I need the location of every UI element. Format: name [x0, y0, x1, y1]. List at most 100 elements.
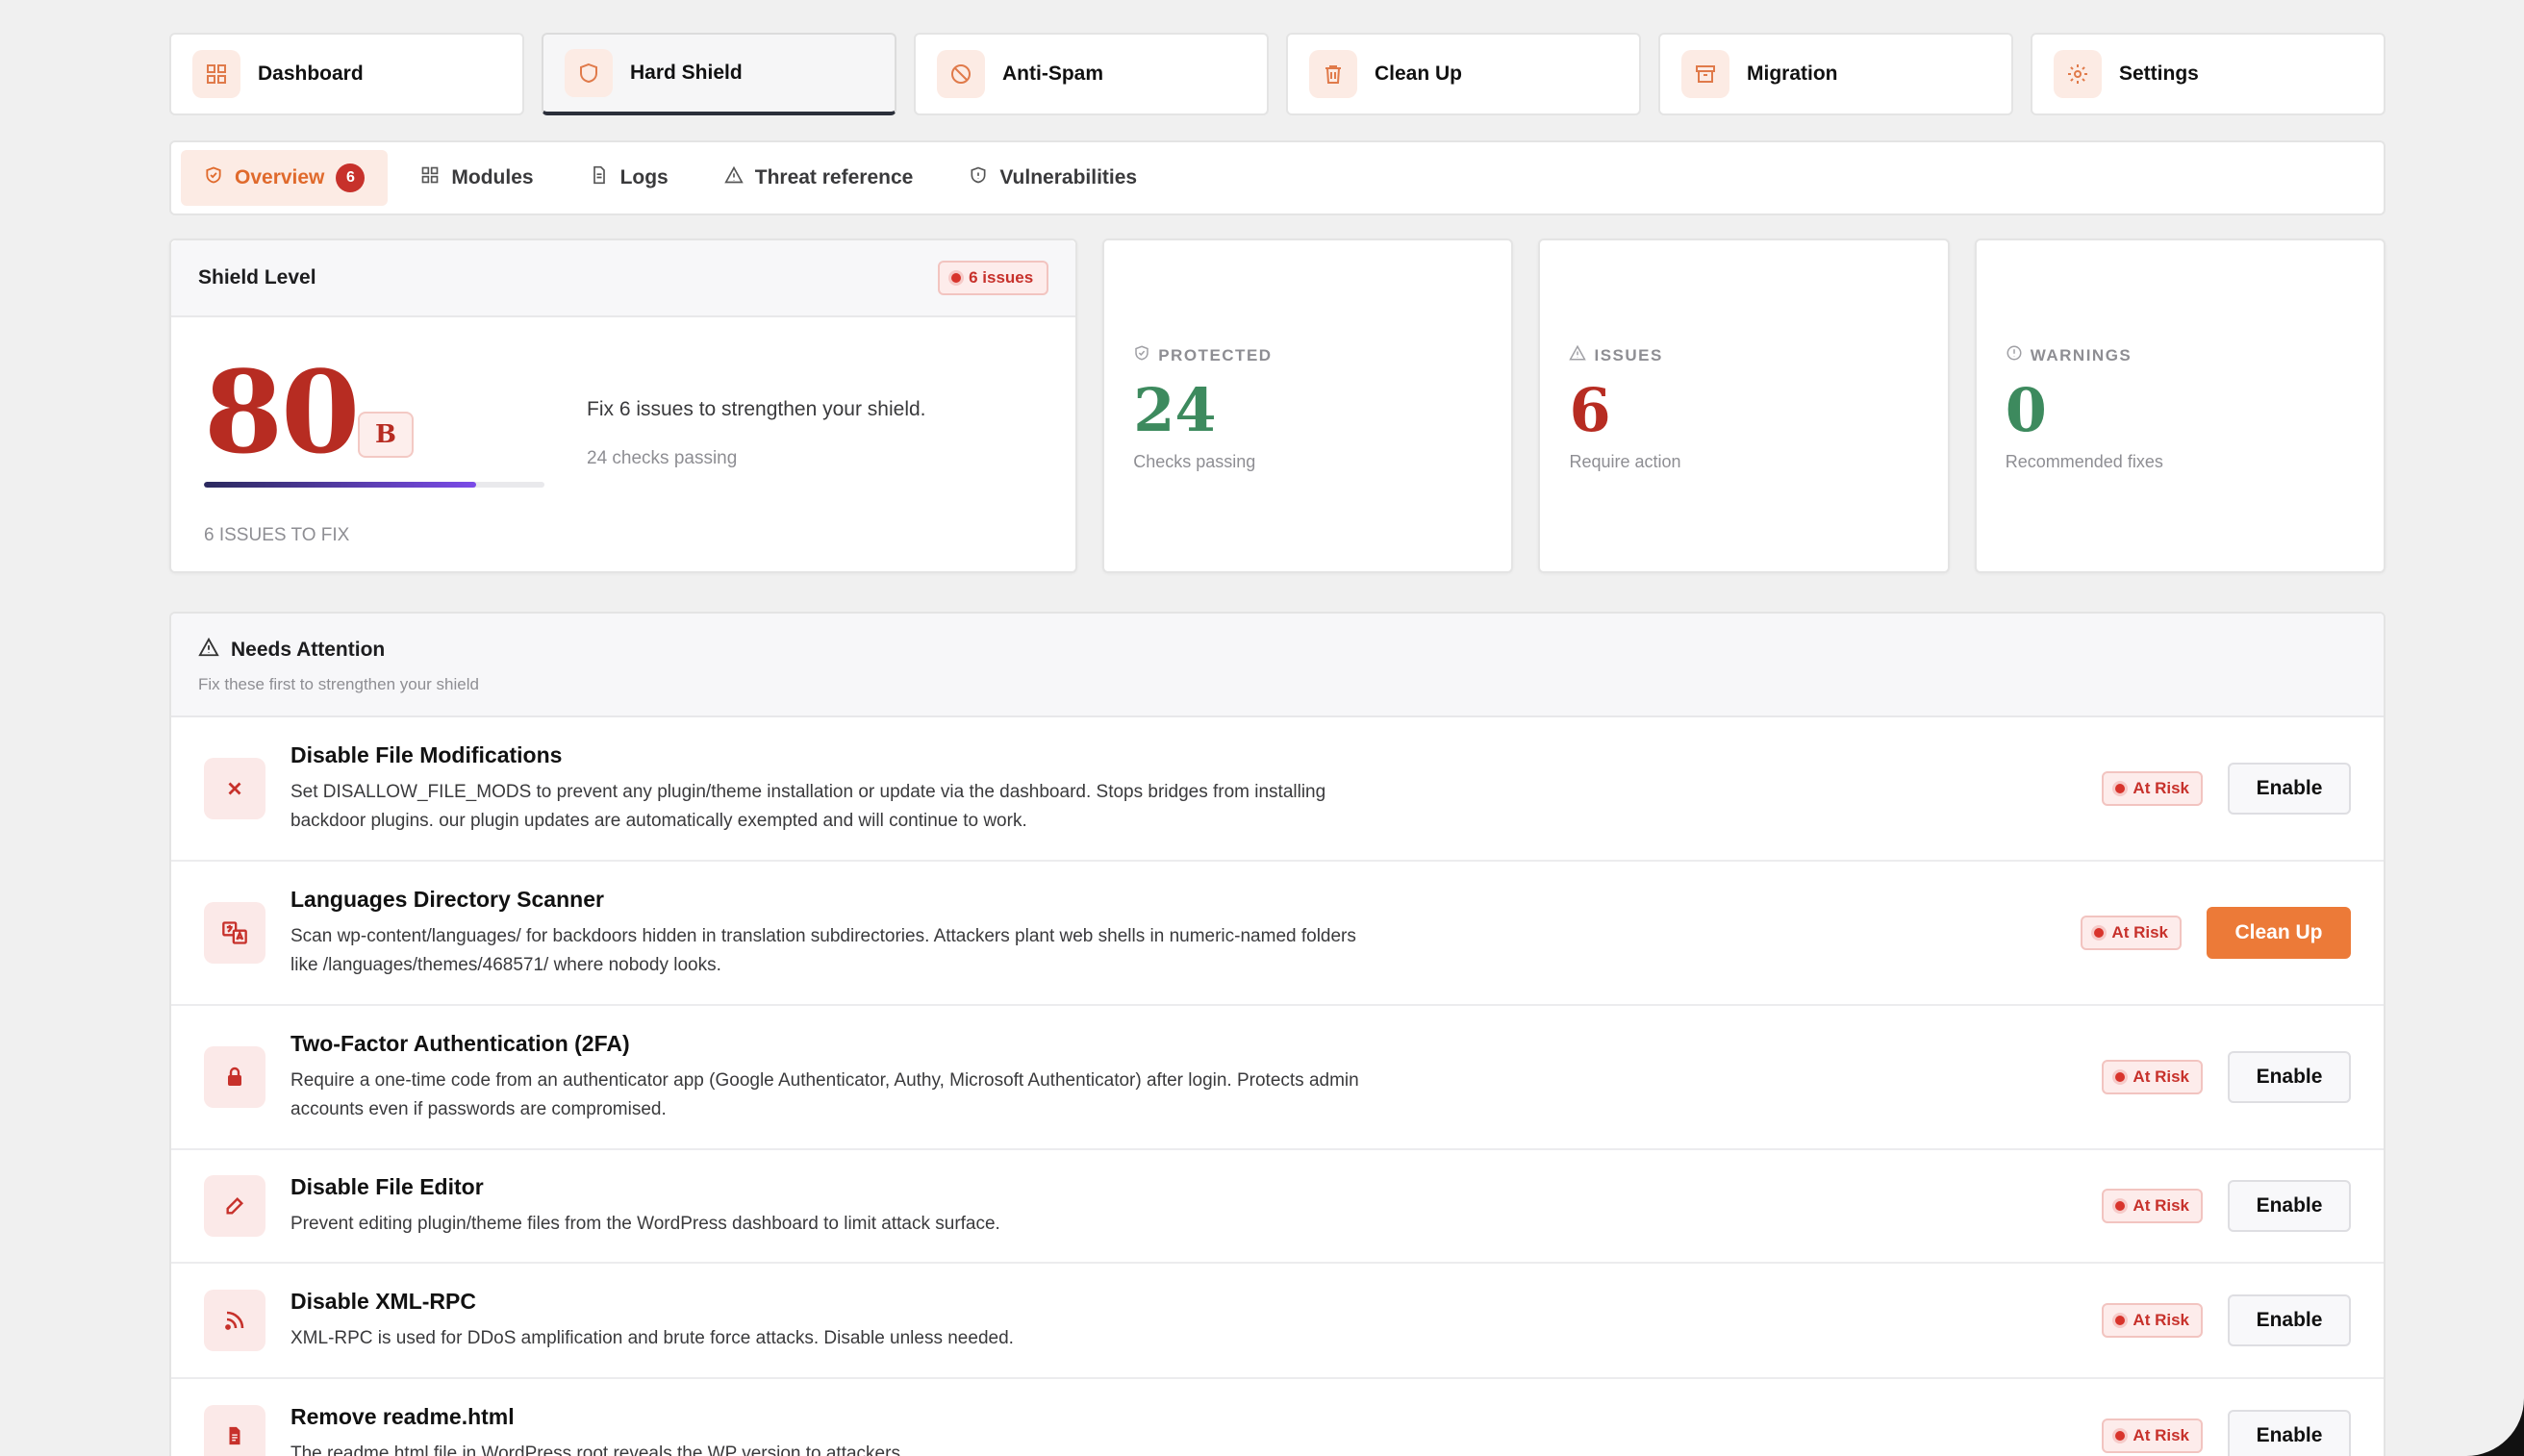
ban-icon — [937, 50, 985, 98]
item-title: Languages Directory Scanner — [290, 886, 604, 912]
shield-grade: B — [358, 412, 414, 458]
status-badge-label: At Risk — [2133, 779, 2189, 797]
tab-settings[interactable]: Settings — [2031, 33, 2385, 115]
status-badge-label: At Risk — [2133, 1196, 2189, 1215]
attention-item: Remove readme.html The readme.html file … — [171, 1379, 2384, 1456]
item-title: Remove readme.html — [290, 1403, 515, 1429]
item-description: Set DISALLOW_FILE_MODS to prevent any pl… — [290, 781, 1326, 831]
item-description: Prevent editing plugin/theme files from … — [290, 1213, 1000, 1234]
module-tabs: Dashboard Hard Shield Anti-Spam Clean Up… — [169, 33, 2385, 115]
shield-score: 80 — [204, 345, 360, 479]
archive-icon — [1681, 50, 1729, 98]
item-title: Two-Factor Authentication (2FA) — [290, 1030, 630, 1056]
enable-button[interactable]: Enable — [2228, 1051, 2351, 1103]
status-badge-label: At Risk — [2133, 1067, 2189, 1086]
shield-message: Fix 6 issues to strengthen your shield. — [587, 398, 926, 420]
pencil-icon — [204, 1175, 265, 1237]
tab-overview[interactable]: Overview 6 — [181, 150, 389, 206]
tab-vulnerabilities[interactable]: Vulnerabilities — [946, 150, 1160, 206]
tab-label: Hard Shield — [630, 62, 743, 84]
stat-value: 24 — [1133, 375, 1217, 445]
item-description: XML-RPC is used for DDoS amplification a… — [290, 1327, 1014, 1348]
tab-label: Migration — [1747, 63, 1838, 85]
lock-icon — [204, 1046, 265, 1108]
status-dot-icon — [2115, 1201, 2126, 1211]
item-title: Disable File Editor — [290, 1173, 484, 1199]
item-title: Disable File Modifications — [290, 741, 563, 767]
tab-label: Settings — [2119, 63, 2199, 85]
enable-button[interactable]: Enable — [2228, 1410, 2351, 1456]
shield-card-header: Shield Level 6 issues — [171, 240, 1076, 317]
status-dot-icon — [2115, 1431, 2126, 1441]
item-title: Disable XML-RPC — [290, 1288, 476, 1314]
tab-logs[interactable]: Logs — [567, 150, 692, 206]
status-dot-icon — [2094, 928, 2105, 938]
tab-label: Clean Up — [1375, 63, 1463, 85]
needs-attention-title-text: Needs Attention — [231, 639, 386, 661]
tab-hard-shield[interactable]: Hard Shield — [542, 33, 896, 115]
tab-clean-up[interactable]: Clean Up — [1286, 33, 1641, 115]
tab-modules[interactable]: Modules — [397, 150, 556, 206]
stat-label: PROTECTED — [1133, 344, 1272, 366]
item-description: The readme.html file in WordPress root r… — [290, 1443, 906, 1456]
stat-label: WARNINGS — [2006, 344, 2133, 366]
shield-level-card: Shield Level 6 issues 80 B 6 ISSUES TO F… — [169, 238, 1078, 573]
tab-label: Dashboard — [258, 63, 364, 85]
tab-threat-reference[interactable]: Threat reference — [701, 150, 937, 206]
tab-label: Threat reference — [754, 166, 914, 188]
stat-issues: ISSUES 6 Require action — [1538, 238, 1950, 573]
status-dot-icon — [2115, 784, 2126, 793]
shield-check-icon — [204, 165, 223, 190]
tab-dashboard[interactable]: Dashboard — [169, 33, 524, 115]
tab-migration[interactable]: Migration — [1658, 33, 2013, 115]
clean-up-button[interactable]: Clean Up — [2207, 907, 2351, 959]
issues-badge: 6 issues — [938, 261, 1049, 295]
enable-button[interactable]: Enable — [2228, 1180, 2351, 1232]
issues-to-fix: 6 ISSUES TO FIX — [204, 525, 350, 545]
stats-row: Shield Level 6 issues 80 B 6 ISSUES TO F… — [169, 238, 2386, 573]
status-badge: At Risk — [2102, 1303, 2203, 1338]
window-corner — [2466, 1398, 2524, 1456]
trash-icon — [1309, 50, 1357, 98]
status-badge: At Risk — [2081, 916, 2182, 950]
stat-label-text: ISSUES — [1594, 345, 1663, 364]
stat-value: 6 — [1569, 375, 1611, 445]
needs-attention-header: Needs Attention Fix these first to stren… — [171, 614, 2384, 717]
shield-icon — [565, 49, 613, 97]
status-dot-icon — [2115, 1072, 2126, 1082]
status-dot-icon — [951, 273, 962, 283]
shield-check-icon — [1133, 344, 1150, 366]
stat-subtitle: Recommended fixes — [2005, 452, 2163, 471]
stat-subtitle: Checks passing — [1133, 452, 1256, 471]
enable-button[interactable]: Enable — [2228, 1294, 2351, 1346]
status-badge: At Risk — [2102, 1189, 2203, 1223]
attention-item: Two-Factor Authentication (2FA) Require … — [171, 1006, 2384, 1150]
document-icon — [590, 165, 609, 190]
attention-item: Disable File Editor Prevent editing plug… — [171, 1150, 2384, 1264]
info-circle-icon — [2006, 344, 2023, 366]
tab-label: Anti-Spam — [1002, 63, 1103, 85]
stat-protected: PROTECTED 24 Checks passing — [1102, 238, 1514, 573]
grid-icon — [420, 165, 440, 190]
status-badge: At Risk — [2102, 1418, 2203, 1453]
shield-progress-bar — [204, 482, 544, 488]
stat-warnings: WARNINGS 0 Recommended fixes — [1974, 238, 2386, 573]
needs-attention-title: Needs Attention — [198, 637, 2357, 664]
tab-label: Logs — [619, 166, 669, 188]
issue-count-badge: 6 — [336, 163, 366, 192]
rss-icon — [204, 1290, 265, 1351]
tab-label: Vulnerabilities — [999, 166, 1138, 188]
status-dot-icon — [2115, 1316, 2126, 1325]
warning-icon — [1569, 344, 1587, 366]
enable-button[interactable]: Enable — [2228, 763, 2351, 815]
stat-value: 0 — [2005, 375, 2047, 445]
stat-subtitle: Require action — [1569, 452, 1681, 471]
shield-icon — [969, 165, 988, 190]
status-badge: At Risk — [2102, 1060, 2203, 1094]
grid-icon — [192, 50, 240, 98]
tab-label: Modules — [451, 166, 534, 188]
item-description: Scan wp-content/languages/ for backdoors… — [290, 925, 1356, 975]
close-icon — [204, 758, 265, 819]
tab-anti-spam[interactable]: Anti-Spam — [914, 33, 1269, 115]
needs-attention-subtitle: Fix these first to strengthen your shiel… — [198, 675, 479, 693]
